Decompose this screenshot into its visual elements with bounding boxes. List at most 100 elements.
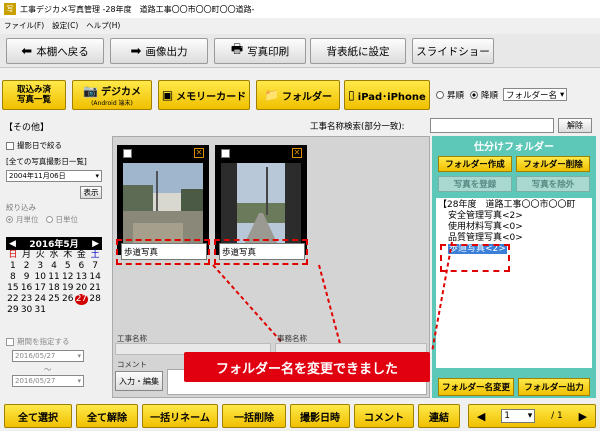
by-month-radio[interactable] <box>6 216 13 223</box>
calendar-day[interactable]: 22 <box>6 294 20 305</box>
calendar-day[interactable]: 31 <box>33 305 47 316</box>
calendar-day[interactable]: 2 <box>20 261 34 272</box>
title-bar: 写 工事デジカメ写真管理 -28年度 道路工事〇〇市〇〇町〇〇道路- <box>0 0 600 18</box>
work-name-search-input[interactable] <box>430 118 554 133</box>
calendar-day[interactable]: 11 <box>47 272 61 283</box>
calendar-day[interactable]: 7 <box>88 261 102 272</box>
select-all-button[interactable]: 全て選択 <box>4 404 72 428</box>
memory-card-button[interactable]: ▣ メモリーカード <box>158 80 250 110</box>
calendar-day[interactable]: 30 <box>20 305 34 316</box>
prev-month-icon[interactable]: ◀ <box>9 239 16 249</box>
calendar-day[interactable]: 1 <box>6 261 20 272</box>
calendar-weekday: 木 <box>63 250 73 260</box>
deselect-all-button[interactable]: 全て解除 <box>76 404 138 428</box>
folder-output-button[interactable]: フォルダー出力 <box>518 378 590 396</box>
menu-file[interactable]: ファイル(F) <box>4 20 44 31</box>
date-filter-checkbox[interactable] <box>6 141 14 150</box>
period-tilde: 〜 <box>44 365 52 374</box>
exclude-photo-button[interactable]: 写真を除外 <box>516 176 590 192</box>
date-filter-panel: 撮影日で絞る [全ての写真撮影日一覧] 2004年11月06日 ▾ 表示 絞り込… <box>4 136 106 398</box>
register-photo-button[interactable]: 写真を登録 <box>438 176 512 192</box>
calendar-day[interactable]: 3 <box>33 261 47 272</box>
folder-button[interactable]: 📁 フォルダー <box>256 80 340 110</box>
show-button[interactable]: 表示 <box>80 186 102 199</box>
calendar-day[interactable]: 9 <box>20 272 34 283</box>
calendar-day[interactable]: 24 <box>33 294 47 305</box>
search-clear-button[interactable]: 解除 <box>558 118 592 133</box>
export-icon: ➡ <box>130 43 142 59</box>
date-filter-toggle[interactable]: 撮影日で絞る <box>6 140 62 151</box>
shot-date-button[interactable]: 撮影日時 <box>290 404 350 428</box>
calendar-day[interactable]: 19 <box>61 283 75 294</box>
calendar-day[interactable]: 28 <box>88 294 102 305</box>
calendar-day[interactable]: 13 <box>75 272 89 283</box>
join-button[interactable]: 連結 <box>418 404 460 428</box>
calendar-day[interactable]: 16 <box>20 283 34 294</box>
tree-item[interactable]: 品質管理写真<0> <box>438 233 592 244</box>
tree-item[interactable]: 安全管理写真<2> <box>438 211 592 222</box>
calendar-day[interactable]: 4 <box>47 261 61 272</box>
imported-photos-button[interactable]: 取込み済 写真一覧 <box>2 80 66 110</box>
calendar-day[interactable]: 14 <box>88 272 102 283</box>
image-output-button[interactable]: ➡ 画像出力 <box>110 38 208 64</box>
camera-icon: 📷 <box>83 83 98 98</box>
digital-camera-button[interactable]: 📷 デジカメ (Android 端末) <box>72 80 152 110</box>
tree-root[interactable]: 【28年度 道路工事〇〇市〇〇町 <box>438 200 592 211</box>
calendar-day[interactable]: 5 <box>61 261 75 272</box>
menu-help[interactable]: ヘルプ(H) <box>86 20 120 31</box>
calendar-day[interactable]: 17 <box>33 283 47 294</box>
chevron-down-icon: ▾ <box>527 411 533 421</box>
calendar-day[interactable]: 8 <box>6 272 20 283</box>
calendar-day[interactable]: 21 <box>88 283 102 294</box>
set-spine-button[interactable]: 背表紙に設定 <box>310 38 406 64</box>
calendar-day[interactable]: 26 <box>61 294 75 305</box>
calendar-day[interactable]: 20 <box>75 283 89 294</box>
shot-date-select[interactable]: 2004年11月06日 ▾ <box>6 170 102 182</box>
asc-radio[interactable] <box>436 90 444 99</box>
delete-folder-button[interactable]: フォルダー削除 <box>516 156 590 172</box>
period-toggle[interactable]: 期間を指定する <box>6 336 70 347</box>
rename-folder-button[interactable]: フォルダー名変更 <box>438 378 514 396</box>
chevron-down-icon: ▾ <box>560 89 565 100</box>
category-row: 【その他】 工事名称検索(部分一致): 解除 <box>4 118 596 134</box>
calendar-day[interactable]: 15 <box>6 283 20 294</box>
calendar-day[interactable]: 29 <box>6 305 20 316</box>
rename-success-banner: フォルダー名を変更できました <box>184 352 430 382</box>
tree-item[interactable]: 使用材料写真<0> <box>438 222 592 233</box>
period-checkbox[interactable] <box>6 337 14 346</box>
window-title: 工事デジカメ写真管理 -28年度 道路工事〇〇市〇〇町〇〇道路- <box>20 4 255 14</box>
desc-radio[interactable] <box>470 90 479 99</box>
bulk-delete-button[interactable]: 一括削除 <box>222 404 286 428</box>
memory-card-icon: ▣ <box>161 88 174 102</box>
create-folder-button[interactable]: フォルダー作成 <box>438 156 512 172</box>
sort-select[interactable]: フォルダー名 ▾ <box>503 88 568 101</box>
next-page-icon[interactable]: ▶ <box>579 410 587 423</box>
calendar-day[interactable]: 12 <box>61 272 75 283</box>
calendar-day[interactable]: 23 <box>20 294 34 305</box>
next-month-icon[interactable]: ▶ <box>92 239 99 249</box>
calendar-day[interactable]: 10 <box>33 272 47 283</box>
edit-comment-button[interactable]: 入力・編集 <box>115 371 163 391</box>
page-select[interactable]: 1 ▾ <box>501 409 536 423</box>
prev-page-icon[interactable]: ◀ <box>477 410 485 423</box>
main-toolbar: ⬅ 本棚へ戻る ➡ 画像出力 🖶 写真印刷 背表紙に設定 スライドショー <box>0 34 600 68</box>
ipad-iphone-button[interactable]: ▯ iPad･iPhone <box>344 80 430 110</box>
menu-settings[interactable]: 設定(C) <box>52 20 78 31</box>
calendar-day[interactable]: 6 <box>75 261 89 272</box>
all-dates-label: [全ての写真撮影日一覧] <box>6 157 87 166</box>
back-to-shelf-button[interactable]: ⬅ 本棚へ戻る <box>6 38 104 64</box>
period-from-select[interactable]: 2016/05/27 ▾ <box>12 350 84 362</box>
bulk-rename-button[interactable]: 一括リネーム <box>142 404 218 428</box>
period-to-select[interactable]: 2016/05/27 ▾ <box>12 375 84 387</box>
calendar-day[interactable]: 27 <box>74 294 89 305</box>
bottom-toolbar: 全て選択 全て解除 一括リネーム 一括削除 撮影日時 コメント 連結 ◀ 1 ▾ … <box>0 402 600 431</box>
comment-button[interactable]: コメント <box>354 404 414 428</box>
calendar-day[interactable]: 25 <box>47 294 61 305</box>
calendar-weekday: 土 <box>90 250 100 260</box>
slideshow-button[interactable]: スライドショー <box>412 38 494 64</box>
calendar-weekday: 日 <box>8 250 18 260</box>
calendar-day[interactable]: 18 <box>47 283 61 294</box>
by-day-radio[interactable] <box>45 216 53 223</box>
print-photos-button[interactable]: 🖶 写真印刷 <box>214 38 306 64</box>
calendar-weekday: 火 <box>35 250 45 260</box>
